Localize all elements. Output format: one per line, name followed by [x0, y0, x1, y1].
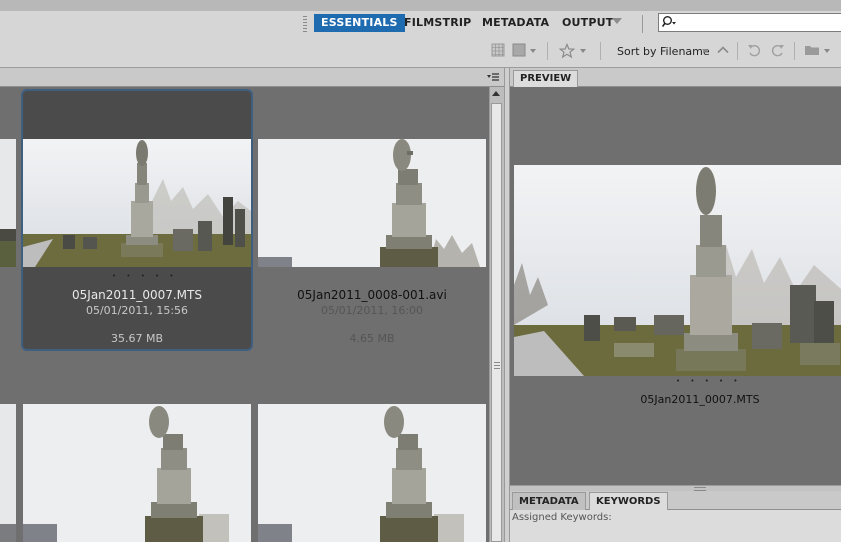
thumbnail-image-partial[interactable]	[0, 139, 16, 267]
workspace-dropdown-icon[interactable]	[612, 18, 622, 24]
preview-image[interactable]	[514, 165, 841, 376]
thumbnail-image[interactable]	[23, 404, 251, 542]
thumbnail-date: 05/01/2011, 15:56	[85, 304, 189, 317]
content-panel-header	[0, 68, 506, 87]
stack-icon[interactable]	[512, 43, 526, 57]
folder-dropdown-icon[interactable]	[824, 49, 830, 53]
thumbnail-size: 35.67 MB	[110, 332, 164, 345]
star-icon[interactable]	[559, 43, 575, 59]
tab-preview[interactable]: PREVIEW	[513, 70, 579, 87]
rotate-left-icon[interactable]	[747, 43, 761, 57]
rating-dots[interactable]: • • • • •	[112, 272, 178, 280]
search-icon[interactable]	[662, 15, 676, 29]
thumbnail-image[interactable]	[258, 139, 486, 267]
thumbnail-filename: 05Jan2011_0007.MTS	[72, 288, 202, 302]
toolbar-separator	[794, 42, 795, 60]
thumbnail-size: 4.65 MB	[349, 332, 395, 345]
thumbnail-date: 05/01/2011, 16:00	[320, 304, 424, 317]
workspace-grip[interactable]	[303, 16, 307, 32]
sort-dropdown-icon[interactable]	[702, 49, 708, 53]
toolbar-separator	[547, 42, 548, 60]
grid-icon[interactable]	[491, 43, 505, 57]
folder-icon[interactable]	[804, 43, 820, 57]
workspace-filmstrip[interactable]: FILMSTRIP	[397, 14, 478, 32]
stack-dropdown-icon[interactable]	[530, 49, 536, 53]
panel-menu-icon[interactable]	[486, 71, 500, 83]
preview-filename: 05Jan2011_0007.MTS	[640, 393, 760, 406]
tab-keywords[interactable]: KEYWORDS	[589, 492, 668, 510]
thumbnail-image[interactable]	[23, 139, 251, 267]
scrollbar-thumb[interactable]	[491, 103, 502, 542]
workspace-metadata[interactable]: METADATA	[475, 14, 556, 32]
scroll-up-icon[interactable]	[492, 91, 500, 96]
workspace-output[interactable]: OUTPUT	[555, 14, 620, 32]
toolbar-separator	[737, 42, 738, 60]
preview-rating-dots[interactable]: • • • • •	[676, 377, 742, 385]
workspace-separator	[642, 15, 643, 33]
thumbnail-image[interactable]	[258, 404, 486, 542]
assigned-keywords-label: Assigned Keywords:	[512, 512, 612, 523]
sort-dropdown[interactable]: Sort by Filename	[617, 45, 710, 58]
scrollbar-grip	[494, 362, 500, 370]
sort-ascending-icon[interactable]	[716, 43, 730, 57]
filter-dropdown-icon[interactable]	[580, 49, 586, 53]
toolbar-separator	[600, 42, 601, 60]
thumbnail-image-partial[interactable]	[0, 404, 16, 542]
tab-metadata[interactable]: METADATA	[512, 492, 586, 510]
workspace-essentials[interactable]: ESSENTIALS	[314, 14, 405, 32]
rotate-right-icon[interactable]	[771, 43, 785, 57]
thumbnail-filename: 05Jan2011_0008-001.avi	[297, 288, 447, 302]
search-input[interactable]	[684, 15, 834, 30]
